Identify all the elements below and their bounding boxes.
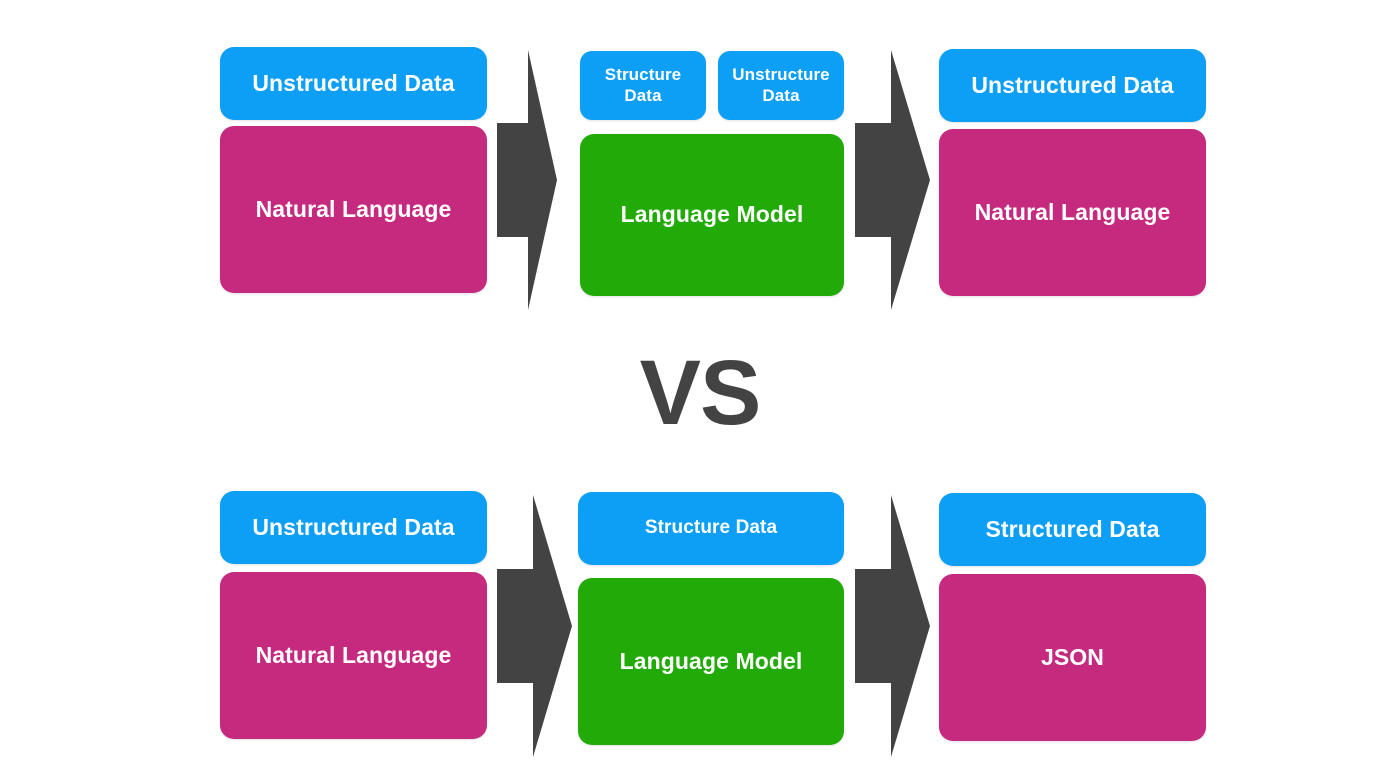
right-arrow-icon — [497, 495, 572, 757]
bottom-arrow-2 — [855, 495, 930, 757]
bottom-output-body-box: JSON — [939, 574, 1206, 741]
bottom-output-header-box: Structured Data — [939, 493, 1206, 566]
bottom-model-header-box: Structure Data — [578, 492, 844, 565]
bottom-input-body-box: Natural Language — [220, 572, 487, 739]
bottom-model-body-box: Language Model — [578, 578, 844, 745]
bottom-input-header-box: Unstructured Data — [220, 491, 487, 564]
bottom-arrow-1 — [497, 495, 572, 757]
right-arrow-icon — [855, 495, 930, 757]
bottom-row-pipeline: Unstructured Data Natural Language Struc… — [0, 0, 1400, 782]
diagram-canvas: Unstructured Data Natural Language Struc… — [0, 0, 1400, 782]
